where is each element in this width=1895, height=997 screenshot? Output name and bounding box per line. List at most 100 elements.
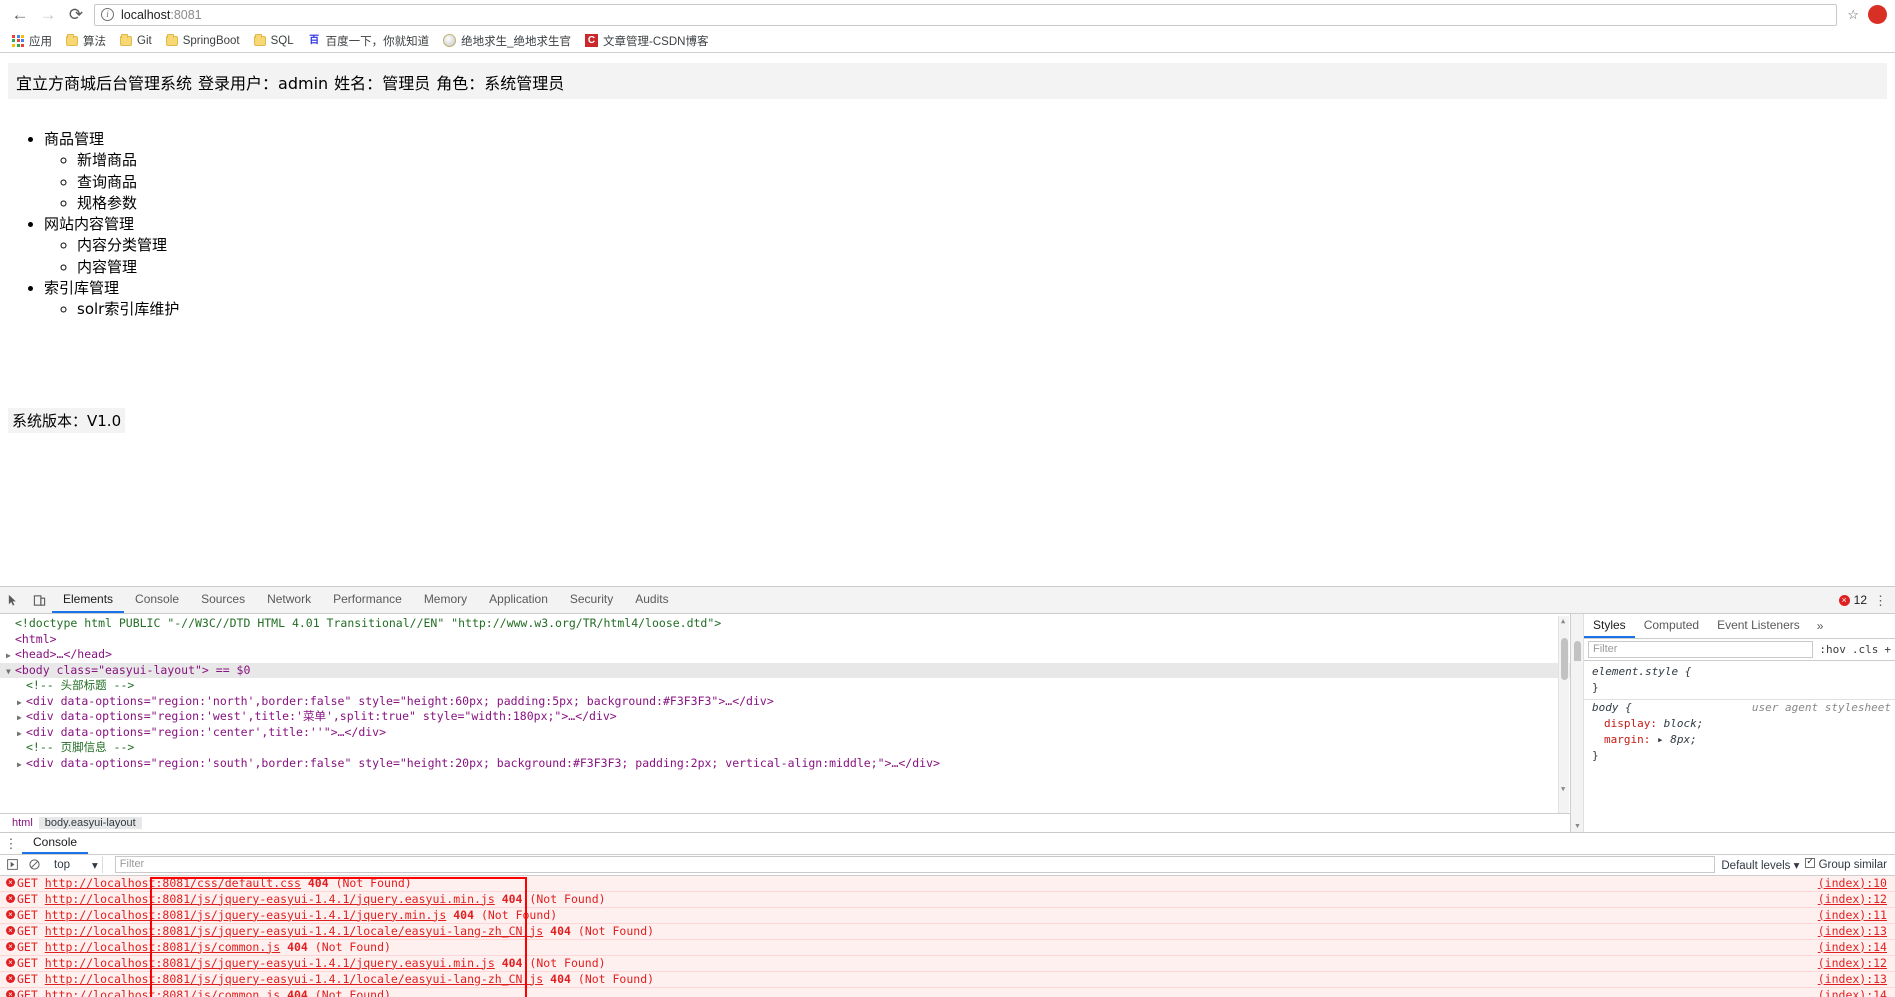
tab-console[interactable]: Console bbox=[124, 587, 190, 613]
message-source-link[interactable]: (index):12 bbox=[1818, 892, 1895, 907]
bookmark-folder-suanfa[interactable]: 算法 bbox=[59, 31, 113, 51]
request-url[interactable]: http://localhost:8081/js/common.js bbox=[45, 988, 280, 997]
request-url[interactable]: http://localhost:8081/js/jquery-easyui-1… bbox=[45, 892, 495, 906]
breadcrumb-item-html[interactable]: html bbox=[6, 817, 39, 829]
styles-scroll-gutter-body[interactable]: ▼ bbox=[1571, 661, 1584, 832]
request-url[interactable]: http://localhost:8081/css/default.css bbox=[45, 876, 301, 890]
style-prop-name[interactable]: display: bbox=[1592, 717, 1657, 730]
group-similar-checkbox[interactable]: Group similar bbox=[1805, 856, 1887, 871]
request-url[interactable]: http://localhost:8081/js/jquery-easyui-1… bbox=[45, 908, 447, 922]
site-info-icon[interactable]: i bbox=[101, 8, 114, 21]
tab-network[interactable]: Network bbox=[256, 587, 322, 613]
style-prop-value[interactable]: ▸ 8px; bbox=[1657, 733, 1697, 746]
bookmark-folder-sql[interactable]: SQL bbox=[247, 31, 301, 51]
message-source-link[interactable]: (index):14 bbox=[1818, 988, 1895, 997]
drawer-menu-icon[interactable]: ⋮ bbox=[0, 833, 22, 854]
tab-event-listeners[interactable]: Event Listeners bbox=[1708, 614, 1809, 638]
console-message-row[interactable]: × GET http://localhost:8081/css/default.… bbox=[0, 875, 1895, 892]
dom-line[interactable]: ▶ <div data-options="region:'south',borde… bbox=[0, 756, 1570, 772]
tab-sources[interactable]: Sources bbox=[190, 587, 256, 613]
message-source-link[interactable]: (index):10 bbox=[1818, 876, 1895, 891]
address-bar[interactable]: i localhost:8081 bbox=[94, 3, 1838, 26]
style-rule-body[interactable]: body { user agent stylesheet display: bl… bbox=[1592, 700, 1895, 764]
dom-line[interactable]: ▶ <head>…</head> bbox=[0, 647, 1570, 663]
style-prop-name[interactable]: margin: bbox=[1592, 733, 1650, 746]
tab-styles[interactable]: Styles bbox=[1584, 614, 1635, 638]
error-icon: × bbox=[4, 972, 17, 987]
scrollbar-thumb[interactable] bbox=[1561, 638, 1568, 680]
message-source-link[interactable]: (index):13 bbox=[1818, 924, 1895, 939]
styles-more-tabs-icon[interactable]: » bbox=[1809, 614, 1832, 638]
console-message-row[interactable]: × GET http://localhost:8081/js/jquery-ea… bbox=[0, 971, 1895, 988]
error-count-badge[interactable]: × 12 bbox=[1838, 593, 1867, 607]
elements-panel: <!doctype html PUBLIC "-//W3C//DTD HTML … bbox=[0, 614, 1571, 832]
console-filter-input[interactable]: Filter bbox=[114, 856, 1716, 873]
menu-item-add-product[interactable]: 新增商品 bbox=[77, 150, 188, 171]
bookmark-apps[interactable]: 应用 bbox=[5, 31, 59, 51]
console-message-row[interactable]: × GET http://localhost:8081/js/common.js… bbox=[0, 939, 1895, 956]
dom-line[interactable]: ▶ <div data-options="region:'center',titl… bbox=[0, 725, 1570, 741]
forward-arrow-icon[interactable]: → bbox=[34, 1, 62, 29]
message-source-link[interactable]: (index):12 bbox=[1818, 956, 1895, 971]
request-url[interactable]: http://localhost:8081/js/common.js bbox=[45, 940, 280, 954]
tab-application[interactable]: Application bbox=[478, 587, 559, 613]
message-source-link[interactable]: (index):13 bbox=[1818, 972, 1895, 987]
breadcrumb-item-body[interactable]: body.easyui-layout bbox=[38, 816, 142, 829]
bookmark-folder-springboot[interactable]: SpringBoot bbox=[159, 31, 247, 51]
console-message-row[interactable]: × GET http://localhost:8081/js/jquery-ea… bbox=[0, 955, 1895, 972]
console-context-selector[interactable]: top ▾ bbox=[48, 856, 103, 873]
profile-avatar[interactable] bbox=[1868, 5, 1887, 24]
styles-scroll-gutter[interactable] bbox=[1571, 639, 1584, 675]
error-dot-icon: × bbox=[1838, 594, 1850, 606]
tab-elements[interactable]: Elements bbox=[52, 587, 125, 613]
tab-memory[interactable]: Memory bbox=[413, 587, 478, 613]
device-toolbar-icon[interactable] bbox=[26, 587, 52, 613]
dom-line[interactable]: ▶ <div data-options="region:'north',borde… bbox=[0, 694, 1570, 710]
hover-state-button[interactable]: :hov bbox=[1819, 643, 1846, 656]
dom-tree-scrollbar[interactable]: ▲ ▼ bbox=[1558, 616, 1569, 813]
menu-item-content-category[interactable]: 内容分类管理 bbox=[77, 235, 188, 256]
console-message-row[interactable]: × GET http://localhost:8081/js/jquery-ea… bbox=[0, 907, 1895, 924]
drawer-tab-console[interactable]: Console bbox=[22, 833, 89, 854]
http-status: 404 bbox=[453, 907, 475, 922]
dom-line-selected[interactable]: ▼ <body class="easyui-layout"> == $0 bbox=[0, 662, 1570, 678]
menu-item-spec-params[interactable]: 规格参数 bbox=[77, 193, 188, 214]
message-source-link[interactable]: (index):14 bbox=[1818, 940, 1895, 955]
style-rule-element[interactable]: element.style { } bbox=[1592, 664, 1895, 696]
console-message-row[interactable]: × GET http://localhost:8081/js/common.js… bbox=[0, 987, 1895, 997]
console-message-row[interactable]: × GET http://localhost:8081/js/jquery-ea… bbox=[0, 923, 1895, 940]
request-url[interactable]: http://localhost:8081/js/jquery-easyui-1… bbox=[45, 972, 544, 986]
clear-console-icon[interactable] bbox=[26, 859, 42, 870]
style-prop-value[interactable]: block; bbox=[1664, 717, 1704, 730]
bookmark-baidu[interactable]: 百 百度一下，你就知道 bbox=[301, 31, 437, 51]
element-classes-button[interactable]: .cls bbox=[1852, 643, 1879, 656]
tab-audits[interactable]: Audits bbox=[624, 587, 679, 613]
scroll-up-arrow-icon[interactable]: ▲ bbox=[1561, 618, 1565, 625]
message-source-link[interactable]: (index):11 bbox=[1818, 908, 1895, 923]
bookmark-pubg[interactable]: 绝地求生_绝地求生官 bbox=[436, 31, 578, 51]
console-message-row[interactable]: × GET http://localhost:8081/js/jquery-ea… bbox=[0, 891, 1895, 908]
bookmark-star-icon[interactable]: ☆ bbox=[1843, 7, 1863, 23]
http-status: 404 bbox=[501, 955, 523, 970]
request-url[interactable]: http://localhost:8081/js/jquery-easyui-1… bbox=[45, 924, 544, 938]
reload-icon[interactable]: ⟳ bbox=[62, 1, 90, 29]
execute-snippet-icon[interactable] bbox=[4, 859, 20, 870]
new-style-rule-button[interactable]: + bbox=[1884, 643, 1891, 656]
dom-line[interactable]: ▶ <div data-options="region:'west',title:… bbox=[0, 709, 1570, 725]
scroll-down-arrow-icon[interactable]: ▼ bbox=[1561, 785, 1565, 793]
devtools-menu-icon[interactable]: ⋮ bbox=[1874, 594, 1887, 607]
back-arrow-icon[interactable]: ← bbox=[6, 1, 34, 29]
menu-item-content-manage[interactable]: 内容管理 bbox=[77, 257, 188, 278]
log-levels-dropdown[interactable]: Default levels ▾ bbox=[1721, 858, 1799, 872]
bookmark-csdn[interactable]: C 文章管理-CSDN博客 bbox=[578, 31, 715, 51]
devtools-panel: Elements Console Sources Network Perform… bbox=[0, 586, 1895, 997]
inspect-element-icon[interactable] bbox=[0, 587, 26, 613]
tab-computed[interactable]: Computed bbox=[1635, 614, 1708, 638]
tab-security[interactable]: Security bbox=[559, 587, 624, 613]
menu-item-query-product[interactable]: 查询商品 bbox=[77, 172, 188, 193]
styles-filter-input[interactable]: Filter bbox=[1588, 641, 1814, 658]
tab-performance[interactable]: Performance bbox=[322, 587, 413, 613]
menu-item-solr-index[interactable]: solr索引库维护 bbox=[77, 299, 188, 320]
bookmark-folder-git[interactable]: Git bbox=[113, 31, 159, 51]
request-url[interactable]: http://localhost:8081/js/jquery-easyui-1… bbox=[45, 956, 495, 970]
